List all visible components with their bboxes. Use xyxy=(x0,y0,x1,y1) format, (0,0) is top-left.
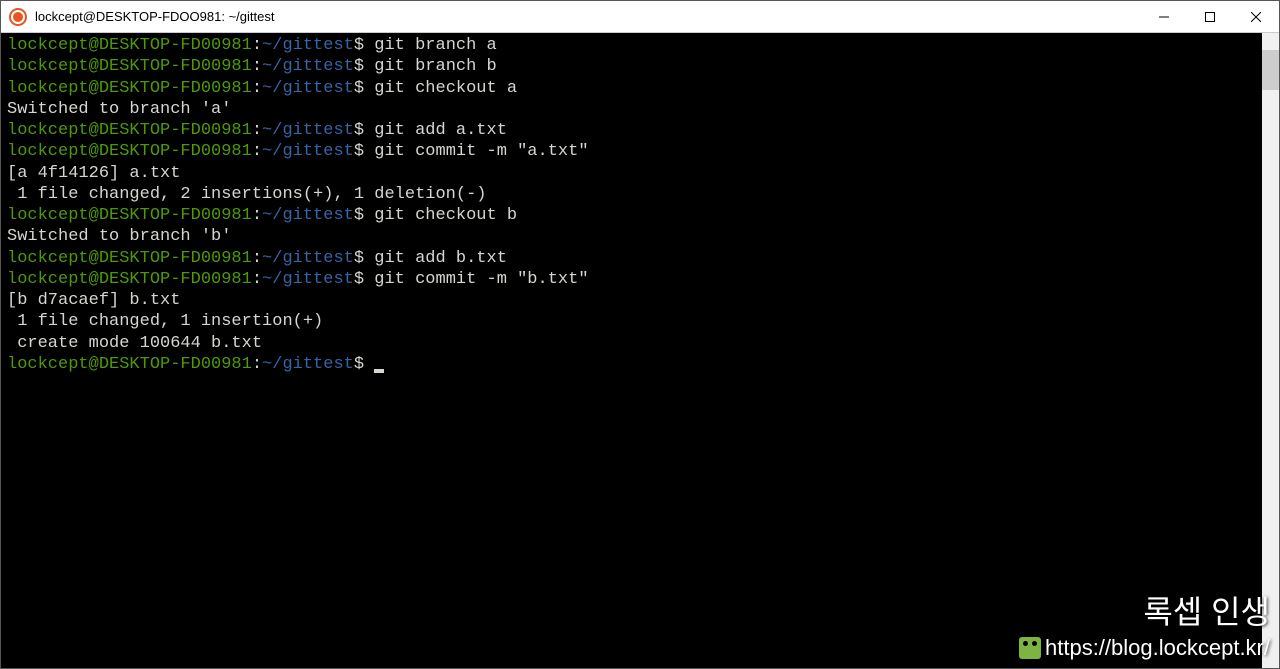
window-controls xyxy=(1141,1,1279,32)
command-text: git commit -m "a.txt" xyxy=(374,142,588,161)
terminal-line: lockcept@DESKTOP-FD00981:~/gittest$ git … xyxy=(7,205,1256,226)
output-text: 1 file changed, 1 insertion(+) xyxy=(7,312,323,331)
prompt-separator: : xyxy=(252,36,262,55)
terminal-line: Switched to branch 'a' xyxy=(7,99,1256,120)
output-text: Switched to branch 'a' xyxy=(7,100,231,119)
command-text: git add a.txt xyxy=(374,121,507,140)
prompt-path: ~/gittest xyxy=(262,57,354,76)
prompt-user: lockcept@DESKTOP-FD00981 xyxy=(7,57,252,76)
window-title: lockcept@DESKTOP-FDOO981: ~/gittest xyxy=(35,9,1141,24)
terminal-window: lockcept@DESKTOP-FDOO981: ~/gittest lock… xyxy=(0,0,1280,669)
terminal-line: 1 file changed, 1 insertion(+) xyxy=(7,311,1256,332)
prompt-path: ~/gittest xyxy=(262,79,354,98)
prompt-user: lockcept@DESKTOP-FD00981 xyxy=(7,142,252,161)
prompt-path: ~/gittest xyxy=(262,142,354,161)
terminal-line: lockcept@DESKTOP-FD00981:~/gittest$ git … xyxy=(7,35,1256,56)
prompt-user: lockcept@DESKTOP-FD00981 xyxy=(7,249,252,268)
terminal-line: lockcept@DESKTOP-FD00981:~/gittest$ git … xyxy=(7,120,1256,141)
terminal-content[interactable]: lockcept@DESKTOP-FD00981:~/gittest$ git … xyxy=(1,33,1262,668)
terminal-line: 1 file changed, 2 insertions(+), 1 delet… xyxy=(7,184,1256,205)
prompt-symbol: $ xyxy=(354,355,374,374)
prompt-symbol: $ xyxy=(354,57,374,76)
prompt-separator: : xyxy=(252,57,262,76)
output-text: 1 file changed, 2 insertions(+), 1 delet… xyxy=(7,185,486,204)
prompt-symbol: $ xyxy=(354,249,374,268)
minimize-button[interactable] xyxy=(1141,1,1187,32)
terminal-line: lockcept@DESKTOP-FD00981:~/gittest$ xyxy=(7,354,1256,375)
prompt-symbol: $ xyxy=(354,79,374,98)
terminal-area: lockcept@DESKTOP-FD00981:~/gittest$ git … xyxy=(1,33,1279,668)
prompt-path: ~/gittest xyxy=(262,270,354,289)
output-text: [b d7acaef] b.txt xyxy=(7,291,180,310)
prompt-user: lockcept@DESKTOP-FD00981 xyxy=(7,355,252,374)
prompt-symbol: $ xyxy=(354,270,374,289)
output-text: Switched to branch 'b' xyxy=(7,227,231,246)
command-text: git add b.txt xyxy=(374,249,507,268)
terminal-line: lockcept@DESKTOP-FD00981:~/gittest$ git … xyxy=(7,248,1256,269)
prompt-path: ~/gittest xyxy=(262,206,354,225)
command-text: git checkout a xyxy=(374,79,517,98)
prompt-separator: : xyxy=(252,249,262,268)
prompt-separator: : xyxy=(252,355,262,374)
prompt-separator: : xyxy=(252,206,262,225)
prompt-path: ~/gittest xyxy=(262,36,354,55)
prompt-symbol: $ xyxy=(354,121,374,140)
terminal-line: lockcept@DESKTOP-FD00981:~/gittest$ git … xyxy=(7,269,1256,290)
command-text: git branch b xyxy=(374,57,496,76)
prompt-separator: : xyxy=(252,79,262,98)
prompt-user: lockcept@DESKTOP-FD00981 xyxy=(7,79,252,98)
output-text: create mode 100644 b.txt xyxy=(7,334,262,353)
prompt-separator: : xyxy=(252,270,262,289)
terminal-line: lockcept@DESKTOP-FD00981:~/gittest$ git … xyxy=(7,78,1256,99)
maximize-button[interactable] xyxy=(1187,1,1233,32)
close-button[interactable] xyxy=(1233,1,1279,32)
command-text: git checkout b xyxy=(374,206,517,225)
output-text: [a 4f14126] a.txt xyxy=(7,164,180,183)
terminal-line: create mode 100644 b.txt xyxy=(7,333,1256,354)
prompt-separator: : xyxy=(252,121,262,140)
prompt-user: lockcept@DESKTOP-FD00981 xyxy=(7,270,252,289)
prompt-user: lockcept@DESKTOP-FD00981 xyxy=(7,206,252,225)
prompt-symbol: $ xyxy=(354,206,374,225)
terminal-line: lockcept@DESKTOP-FD00981:~/gittest$ git … xyxy=(7,56,1256,77)
terminal-line: [a 4f14126] a.txt xyxy=(7,163,1256,184)
ubuntu-icon xyxy=(9,8,27,26)
prompt-user: lockcept@DESKTOP-FD00981 xyxy=(7,36,252,55)
terminal-line: lockcept@DESKTOP-FD00981:~/gittest$ git … xyxy=(7,141,1256,162)
prompt-path: ~/gittest xyxy=(262,355,354,374)
cursor xyxy=(374,369,384,373)
prompt-path: ~/gittest xyxy=(262,249,354,268)
scrollbar-thumb[interactable] xyxy=(1262,50,1279,90)
prompt-path: ~/gittest xyxy=(262,121,354,140)
terminal-line: [b d7acaef] b.txt xyxy=(7,290,1256,311)
scrollbar[interactable] xyxy=(1262,33,1279,668)
command-text: git branch a xyxy=(374,36,496,55)
prompt-symbol: $ xyxy=(354,36,374,55)
prompt-symbol: $ xyxy=(354,142,374,161)
title-bar: lockcept@DESKTOP-FDOO981: ~/gittest xyxy=(1,1,1279,33)
command-text: git commit -m "b.txt" xyxy=(374,270,588,289)
prompt-separator: : xyxy=(252,142,262,161)
prompt-user: lockcept@DESKTOP-FD00981 xyxy=(7,121,252,140)
terminal-line: Switched to branch 'b' xyxy=(7,226,1256,247)
